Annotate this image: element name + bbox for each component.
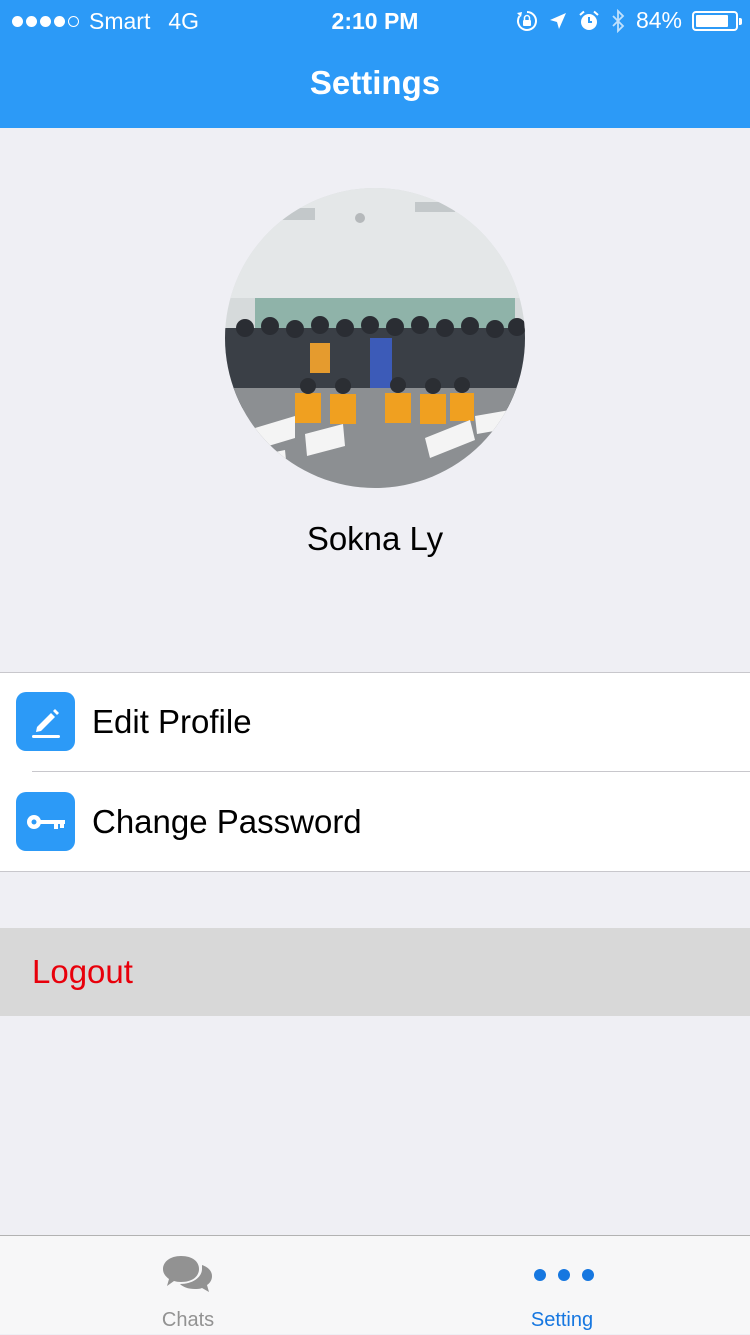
tab-chats-label: Chats xyxy=(161,1309,215,1331)
location-arrow-icon xyxy=(549,12,566,29)
tab-chats[interactable]: Chats xyxy=(88,1236,288,1335)
profile-name: Sokna Ly xyxy=(306,520,444,557)
battery-icon xyxy=(692,10,742,31)
logout-label: Logout xyxy=(32,953,133,990)
edit-profile-label: Edit Profile xyxy=(92,703,252,740)
logout-button[interactable]: Logout xyxy=(0,928,750,1016)
orientation-lock-icon xyxy=(516,10,537,31)
avatar[interactable] xyxy=(225,188,525,488)
tab-setting-label: Setting xyxy=(530,1309,594,1331)
edit-profile-row[interactable]: Edit Profile xyxy=(0,673,750,773)
battery-fill xyxy=(696,14,728,27)
row-divider xyxy=(32,771,750,772)
change-password-label: Change Password xyxy=(92,803,362,840)
alarm-icon xyxy=(579,10,599,30)
bluetooth-icon xyxy=(612,8,625,33)
header: Smart 4G 2:10 PM 84% Settings xyxy=(0,0,750,128)
status-bar: Smart 4G 2:10 PM 84% xyxy=(0,0,750,40)
battery-percent: 84% xyxy=(635,7,682,33)
chat-bubbles-icon xyxy=(163,1256,212,1292)
page-title: Settings xyxy=(309,64,441,101)
group-photo-avatar xyxy=(225,188,525,488)
key-icon xyxy=(16,792,75,851)
more-dots-icon xyxy=(534,1269,594,1281)
tab-bar: Chats Setting xyxy=(0,1235,750,1334)
settings-menu-group: Edit Profile Change Password xyxy=(0,672,750,872)
tab-setting[interactable]: Setting xyxy=(462,1236,662,1335)
status-bar-right: 84% xyxy=(516,7,742,34)
change-password-row[interactable]: Change Password xyxy=(0,773,750,873)
edit-pencil-icon xyxy=(16,692,75,751)
